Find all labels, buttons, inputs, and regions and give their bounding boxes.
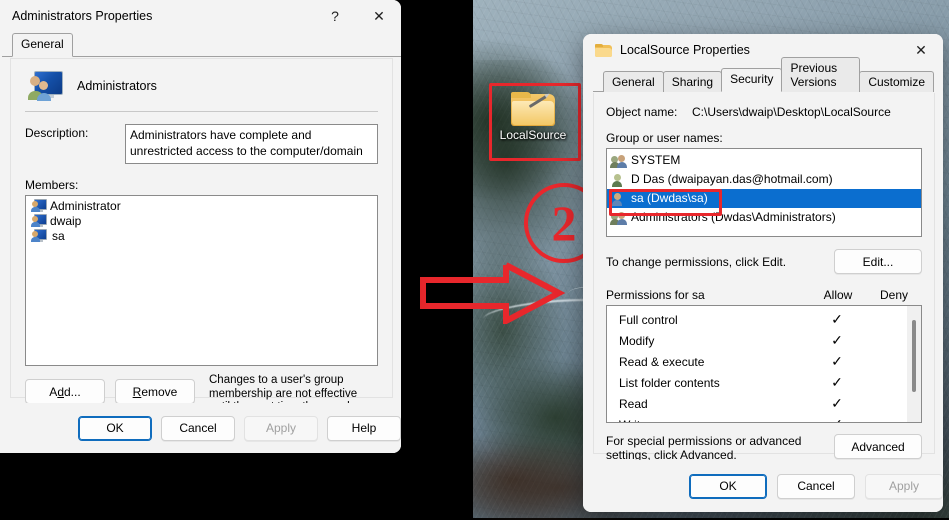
- list-item[interactable]: D Das (dwaipayan.das@hotmail.com): [607, 170, 921, 189]
- permission-name: Modify: [619, 333, 655, 348]
- group-icon: [610, 211, 627, 225]
- admin-group-name: Administrators: [77, 79, 157, 93]
- table-row[interactable]: Full control ✓: [607, 309, 921, 330]
- column-deny: Deny: [879, 288, 908, 302]
- member-name: sa: [50, 229, 67, 243]
- members-listbox[interactable]: Administrator dwaip sa: [25, 195, 378, 366]
- description-field[interactable]: Administrators have complete and unrestr…: [125, 124, 378, 164]
- group-icon: [610, 154, 627, 168]
- description-label-text: Description:: [25, 126, 89, 140]
- group-user-name: SYSTEM: [631, 153, 681, 167]
- group-user-name: sa (Dwdas\sa): [631, 191, 708, 205]
- member-name: dwaip: [50, 214, 82, 228]
- table-row[interactable]: Write ✓: [607, 414, 921, 423]
- tab-previous-versions[interactable]: Previous Versions: [781, 57, 861, 92]
- group-users-label: Group or user names:: [606, 131, 723, 145]
- add-button[interactable]: Add...: [25, 379, 105, 404]
- folder-icon: [511, 92, 555, 126]
- user-icon: [31, 199, 47, 212]
- close-icon[interactable]: ✕: [357, 0, 401, 32]
- table-row[interactable]: Modify ✓: [607, 330, 921, 351]
- security-dialog-footer: OK Cancel Apply: [583, 460, 943, 512]
- group-user-name: Administrators (Dwdas\Administrators): [631, 210, 836, 224]
- list-item[interactable]: Administrator: [29, 199, 377, 214]
- close-icon[interactable]: ✕: [899, 34, 943, 66]
- list-item[interactable]: dwaip: [29, 214, 377, 229]
- members-label-text: Members:: [25, 178, 79, 192]
- permissions-scrollbar[interactable]: [907, 306, 921, 422]
- allow-check-icon[interactable]: ✓: [809, 332, 865, 349]
- list-item-selected[interactable]: sa: [29, 229, 377, 244]
- permission-name: Read: [619, 396, 648, 411]
- object-name-label: Object name:: [606, 105, 678, 119]
- help-button[interactable]: ?: [313, 0, 357, 32]
- ok-button[interactable]: OK: [689, 473, 767, 499]
- column-allow: Allow: [823, 288, 853, 302]
- allow-check-icon[interactable]: ✓: [809, 374, 865, 391]
- administrators-group-icon: [28, 71, 63, 101]
- user-icon: [31, 214, 47, 227]
- object-name-value: C:\Users\dwaip\Desktop\LocalSource: [692, 105, 891, 119]
- table-row[interactable]: List folder contents ✓: [607, 372, 921, 393]
- member-name: Administrator: [50, 199, 121, 213]
- security-dialog-title: LocalSource Properties: [620, 43, 750, 57]
- list-item-selected[interactable]: sa (Dwdas\sa): [607, 189, 921, 208]
- tab-security[interactable]: Security: [721, 68, 783, 92]
- advanced-button[interactable]: Advanced: [834, 434, 922, 459]
- permissions-label: Permissions for sa: [606, 288, 705, 302]
- admin-group-header: Administrators: [11, 59, 392, 101]
- permissions-scrollbar-thumb[interactable]: [912, 320, 916, 392]
- admin-dialog-title: Administrators Properties: [12, 9, 153, 23]
- list-item[interactable]: SYSTEM: [607, 151, 921, 170]
- allow-check-icon[interactable]: ✓: [809, 395, 865, 412]
- list-item[interactable]: Administrators (Dwdas\Administrators): [607, 208, 921, 227]
- desktop-icon-localsource[interactable]: LocalSource: [497, 92, 569, 142]
- apply-button[interactable]: Apply: [865, 473, 943, 499]
- advanced-hint: For special permissions or advanced sett…: [606, 434, 802, 462]
- table-row[interactable]: Read & execute ✓: [607, 351, 921, 372]
- description-label: Description:: [25, 124, 125, 164]
- group-users-listbox[interactable]: SYSTEM D Das (dwaipayan.das@hotmail.com)…: [606, 148, 922, 237]
- user-icon: [611, 192, 627, 206]
- administrators-properties-dialog: Administrators Properties ? ✕ General Ad…: [0, 0, 401, 453]
- permission-name: Write: [607, 418, 809, 423]
- allow-check-icon[interactable]: ✓: [809, 311, 865, 328]
- tab-sharing[interactable]: Sharing: [662, 71, 723, 92]
- user-icon: [31, 229, 47, 242]
- add-button-label: Add...: [49, 384, 81, 399]
- table-row[interactable]: Read ✓: [607, 393, 921, 414]
- user-icon: [611, 173, 627, 187]
- admin-dialog-footer: OK Cancel Apply Help: [0, 403, 401, 453]
- edit-button[interactable]: Edit...: [834, 249, 922, 274]
- group-user-name: D Das (dwaipayan.das@hotmail.com): [631, 172, 833, 186]
- permission-name: Read & execute: [619, 354, 705, 369]
- permission-name: Full control: [619, 312, 678, 327]
- allow-check-icon[interactable]: ✓: [809, 353, 865, 370]
- cancel-button[interactable]: Cancel: [161, 415, 235, 441]
- ok-button[interactable]: OK: [78, 415, 152, 441]
- permissions-listbox[interactable]: Full control ✓ Modify ✓ Read & execute ✓…: [606, 305, 922, 423]
- help-text-button[interactable]: Help: [327, 415, 401, 441]
- permission-name: List folder contents: [619, 375, 720, 390]
- remove-button-label: Remove: [132, 384, 178, 399]
- admin-dialog-body: Administrators Description: Administrato…: [10, 58, 393, 427]
- tab-general[interactable]: General: [603, 71, 664, 92]
- allow-check-icon[interactable]: ✓: [809, 416, 865, 422]
- remove-button[interactable]: Remove: [115, 379, 195, 404]
- edit-hint: To change permissions, click Edit.: [606, 254, 787, 269]
- localsource-properties-dialog: LocalSource Properties ✕ General Sharing…: [583, 34, 943, 512]
- admin-tabstrip: General: [2, 32, 401, 57]
- tab-general[interactable]: General: [12, 33, 73, 57]
- admin-dialog-titlebar: Administrators Properties ? ✕: [0, 0, 401, 32]
- security-dialog-body: Object name: C:\Users\dwaip\Desktop\Loca…: [593, 93, 935, 462]
- description-value: Administrators have complete and unrestr…: [130, 128, 363, 158]
- desktop-icon-label: LocalSource: [499, 128, 567, 142]
- apply-button[interactable]: Apply: [244, 415, 318, 441]
- tab-customize[interactable]: Customize: [859, 71, 934, 92]
- security-dialog-titlebar: LocalSource Properties ✕: [583, 34, 943, 66]
- members-label: Members:: [11, 164, 392, 195]
- folder-icon: [595, 43, 612, 57]
- security-tabstrip: General Sharing Security Previous Versio…: [593, 57, 934, 92]
- cancel-button[interactable]: Cancel: [777, 473, 855, 499]
